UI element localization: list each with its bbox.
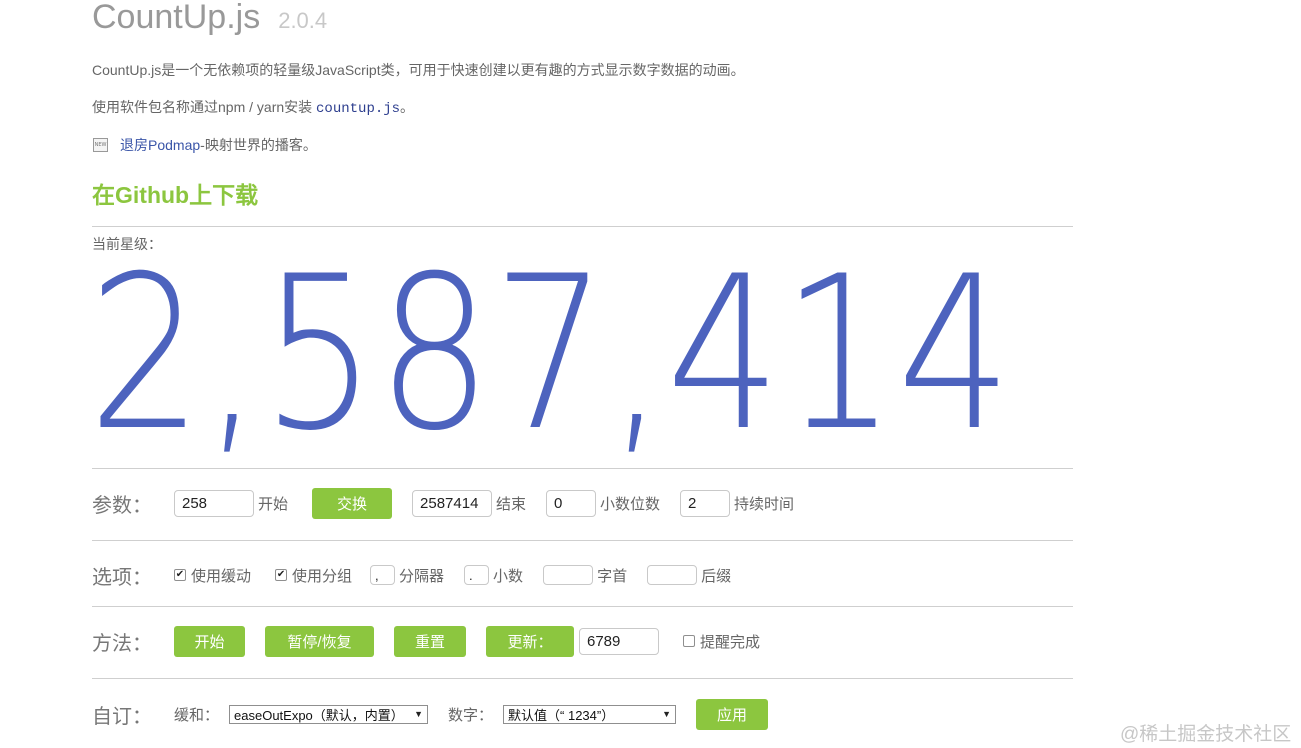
- easing-selected-value: easeOutExpo（默认，内置）: [234, 707, 404, 723]
- version-label: 2.0.4: [278, 8, 328, 33]
- install-code: countup.js: [316, 101, 401, 117]
- divider: [92, 226, 1073, 227]
- description-text: CountUp.js是一个无依赖项的轻量级JavaScript类，可用于快速创建…: [92, 62, 745, 78]
- news-line: NEW 退房Podmap -映射世界的播客。: [92, 135, 317, 155]
- alert-complete-checkbox[interactable]: 提醒完成: [683, 631, 760, 652]
- install-text: 使用软件包名称通过npm / yarn安装 countup.js。: [92, 97, 414, 117]
- update-button[interactable]: 更新：: [486, 625, 574, 657]
- separator-input[interactable]: ,: [370, 565, 396, 585]
- decimal-label: 小数: [493, 567, 524, 585]
- page-title: CountUp.js 2.0.4: [92, 0, 327, 37]
- prefix-input[interactable]: [543, 565, 594, 585]
- numerals-label: 数字：: [448, 706, 494, 724]
- divider: [92, 540, 1073, 541]
- start-button[interactable]: 开始: [174, 625, 245, 657]
- dropdown-arrow-icon: ▼: [414, 709, 424, 719]
- start-value-input[interactable]: 258: [174, 489, 254, 517]
- github-download-link[interactable]: 在Github上下载: [92, 176, 258, 210]
- options-row: 选项： ✔ 使用缓动 ✔ 使用分组 , 分隔器 . 小数 字首 后缀: [92, 557, 751, 593]
- pause-resume-button[interactable]: 暂停/恢复: [265, 625, 374, 657]
- end-value-input[interactable]: 2587414: [412, 489, 493, 517]
- options-label: 选项：: [92, 566, 152, 589]
- start-label: 开始: [258, 495, 289, 513]
- install-prefix: 使用软件包名称通过npm / yarn安装: [92, 99, 313, 115]
- watermark: @稀土掘金技术社区: [1120, 724, 1292, 745]
- alert-complete-label: 提醒完成: [700, 633, 761, 651]
- separator-label: 分隔器: [399, 567, 445, 585]
- use-easing-checkbox[interactable]: ✔ 使用缓动: [174, 565, 251, 586]
- prefix-label: 字首: [597, 567, 628, 585]
- easing-label: 缓和：: [174, 706, 220, 724]
- news-suffix: -映射世界的播客。: [200, 137, 317, 153]
- methods-label: 方法：: [92, 632, 152, 655]
- install-suffix: 。: [400, 99, 415, 115]
- dropdown-arrow-icon: ▼: [662, 709, 672, 719]
- countup-number: 2,587,414: [88, 230, 1013, 477]
- decimals-label: 小数位数: [600, 495, 661, 513]
- divider: [92, 468, 1073, 469]
- update-value-input[interactable]: 6789: [579, 627, 659, 655]
- decimals-input[interactable]: 0: [546, 489, 597, 517]
- checkbox-checked-icon[interactable]: ✔: [174, 569, 186, 581]
- podmap-link[interactable]: 退房Podmap: [120, 135, 200, 155]
- title-text: CountUp.js: [92, 0, 261, 36]
- custom-row: 自订： 缓和： easeOutExpo（默认，内置） ▼ 数字： 默认值（“ 1…: [92, 696, 769, 732]
- params-row: 参数： 258 开始 交换 2587414 结束 0 小数位数 2 持续时间: [92, 485, 814, 521]
- new-badge-icon: NEW: [93, 138, 108, 152]
- use-grouping-checkbox[interactable]: ✔ 使用分组: [275, 565, 352, 586]
- apply-button[interactable]: 应用: [696, 698, 769, 730]
- divider: [92, 678, 1073, 679]
- use-easing-label: 使用缓动: [191, 567, 252, 585]
- numerals-selected-value: 默认值（“ 1234”）: [508, 707, 615, 723]
- duration-label: 持续时间: [734, 495, 795, 513]
- custom-label: 自订：: [92, 705, 152, 728]
- easing-select[interactable]: easeOutExpo（默认，内置） ▼: [229, 704, 429, 724]
- reset-button[interactable]: 重置: [394, 625, 466, 657]
- suffix-input[interactable]: [647, 565, 698, 585]
- suffix-label: 后缀: [701, 567, 732, 585]
- swap-button[interactable]: 交换: [312, 487, 393, 519]
- duration-input[interactable]: 2: [680, 489, 731, 517]
- checkbox-unchecked-icon[interactable]: [683, 635, 695, 647]
- use-grouping-label: 使用分组: [292, 567, 353, 585]
- checkbox-checked-icon[interactable]: ✔: [275, 569, 288, 581]
- end-label: 结束: [496, 495, 527, 513]
- numerals-select[interactable]: 默认值（“ 1234”） ▼: [503, 704, 677, 724]
- divider: [92, 606, 1073, 607]
- methods-row: 方法： 开始 暂停/恢复 重置 更新： 6789 提醒完成: [92, 623, 784, 659]
- params-label: 参数：: [92, 494, 152, 517]
- decimal-input[interactable]: .: [464, 565, 490, 585]
